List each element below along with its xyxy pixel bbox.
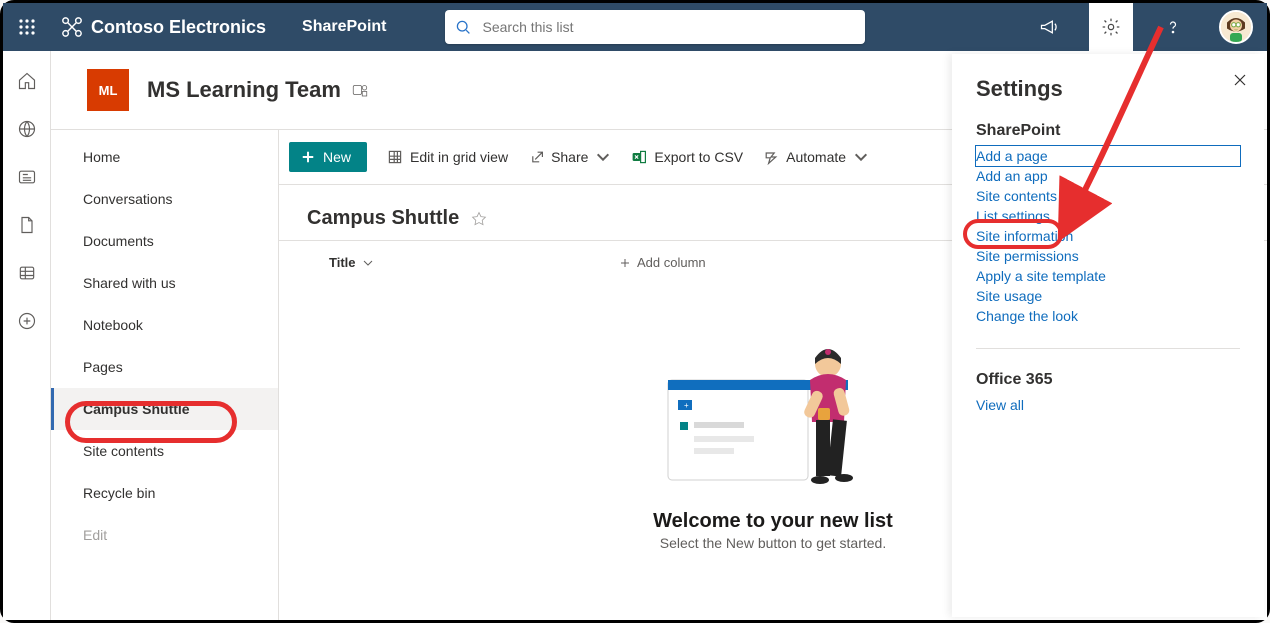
link-site-contents[interactable]: Site contents: [976, 186, 1240, 206]
nav-notebook[interactable]: Notebook: [51, 304, 278, 346]
nav-site-contents[interactable]: Site contents: [51, 430, 278, 472]
svg-text:+: +: [684, 401, 689, 410]
nav-edit[interactable]: Edit: [51, 514, 278, 556]
chevron-down-icon: [853, 149, 869, 165]
link-add-page[interactable]: Add a page: [976, 146, 1240, 166]
app-name[interactable]: SharePoint: [302, 18, 386, 36]
link-site-template[interactable]: Apply a site template: [976, 266, 1240, 286]
nav-conversations[interactable]: Conversations: [51, 178, 278, 220]
nav-campus-shuttle[interactable]: Campus Shuttle: [51, 388, 278, 430]
site-left-nav: Home Conversations Documents Shared with…: [51, 130, 279, 620]
empty-illustration: +: [658, 330, 888, 500]
file-rail-icon[interactable]: [15, 213, 39, 237]
settings-gear-icon[interactable]: [1089, 3, 1133, 51]
add-column-button[interactable]: Add column: [619, 255, 706, 270]
help-icon[interactable]: [1151, 3, 1195, 51]
link-change-look[interactable]: Change the look: [976, 306, 1240, 326]
new-button[interactable]: New: [289, 142, 367, 172]
create-rail-icon[interactable]: [15, 309, 39, 333]
plus-icon: [619, 257, 631, 269]
nav-shared[interactable]: Shared with us: [51, 262, 278, 304]
site-title[interactable]: MS Learning Team: [147, 77, 341, 103]
site-logo[interactable]: ML: [87, 69, 129, 111]
link-view-all[interactable]: View all: [976, 395, 1240, 415]
o365-heading: Office 365: [976, 371, 1240, 389]
link-list-settings[interactable]: List settings: [976, 206, 1240, 226]
edit-grid-button[interactable]: Edit in grid view: [387, 149, 508, 165]
search-icon: [455, 19, 471, 35]
nav-recycle[interactable]: Recycle bin: [51, 472, 278, 514]
news-rail-icon[interactable]: [15, 165, 39, 189]
nav-documents[interactable]: Documents: [51, 220, 278, 262]
automate-button[interactable]: Automate: [763, 149, 869, 165]
sharepoint-heading: SharePoint: [976, 122, 1240, 140]
chevron-down-icon: [362, 257, 374, 269]
empty-subtitle: Select the New button to get started.: [660, 535, 886, 551]
list-title: Campus Shuttle: [307, 207, 459, 230]
share-button[interactable]: Share: [528, 149, 611, 165]
link-site-permissions[interactable]: Site permissions: [976, 246, 1240, 266]
suite-header: Contoso Electronics SharePoint: [3, 3, 1267, 51]
megaphone-icon[interactable]: [1027, 3, 1071, 51]
nav-home[interactable]: Home: [51, 136, 278, 178]
favorite-star-icon[interactable]: [471, 211, 487, 227]
tenant-name: Contoso Electronics: [91, 17, 266, 38]
settings-panel: Settings SharePoint Add a page Add an ap…: [952, 54, 1264, 617]
empty-title: Welcome to your new list: [653, 510, 893, 533]
app-rail: [3, 51, 51, 620]
list-rail-icon[interactable]: [15, 261, 39, 285]
home-rail-icon[interactable]: [15, 69, 39, 93]
tenant-brand: Contoso Electronics: [61, 16, 266, 38]
column-title[interactable]: Title: [329, 255, 619, 270]
new-button-label: New: [323, 149, 351, 165]
export-button[interactable]: Export to CSV: [631, 149, 743, 165]
search-input[interactable]: [481, 18, 855, 36]
globe-rail-icon[interactable]: [15, 117, 39, 141]
link-site-usage[interactable]: Site usage: [976, 286, 1240, 306]
settings-heading: Settings: [976, 76, 1240, 102]
close-panel-button[interactable]: [1232, 72, 1248, 93]
drone-icon: [61, 16, 83, 38]
teams-icon[interactable]: [351, 81, 369, 99]
nav-pages[interactable]: Pages: [51, 346, 278, 388]
user-avatar[interactable]: [1219, 10, 1253, 44]
link-add-app[interactable]: Add an app: [976, 166, 1240, 186]
chevron-down-icon: [595, 149, 611, 165]
app-launcher-icon[interactable]: [11, 11, 43, 43]
search-box[interactable]: [445, 10, 865, 44]
link-site-info[interactable]: Site information: [976, 226, 1240, 246]
